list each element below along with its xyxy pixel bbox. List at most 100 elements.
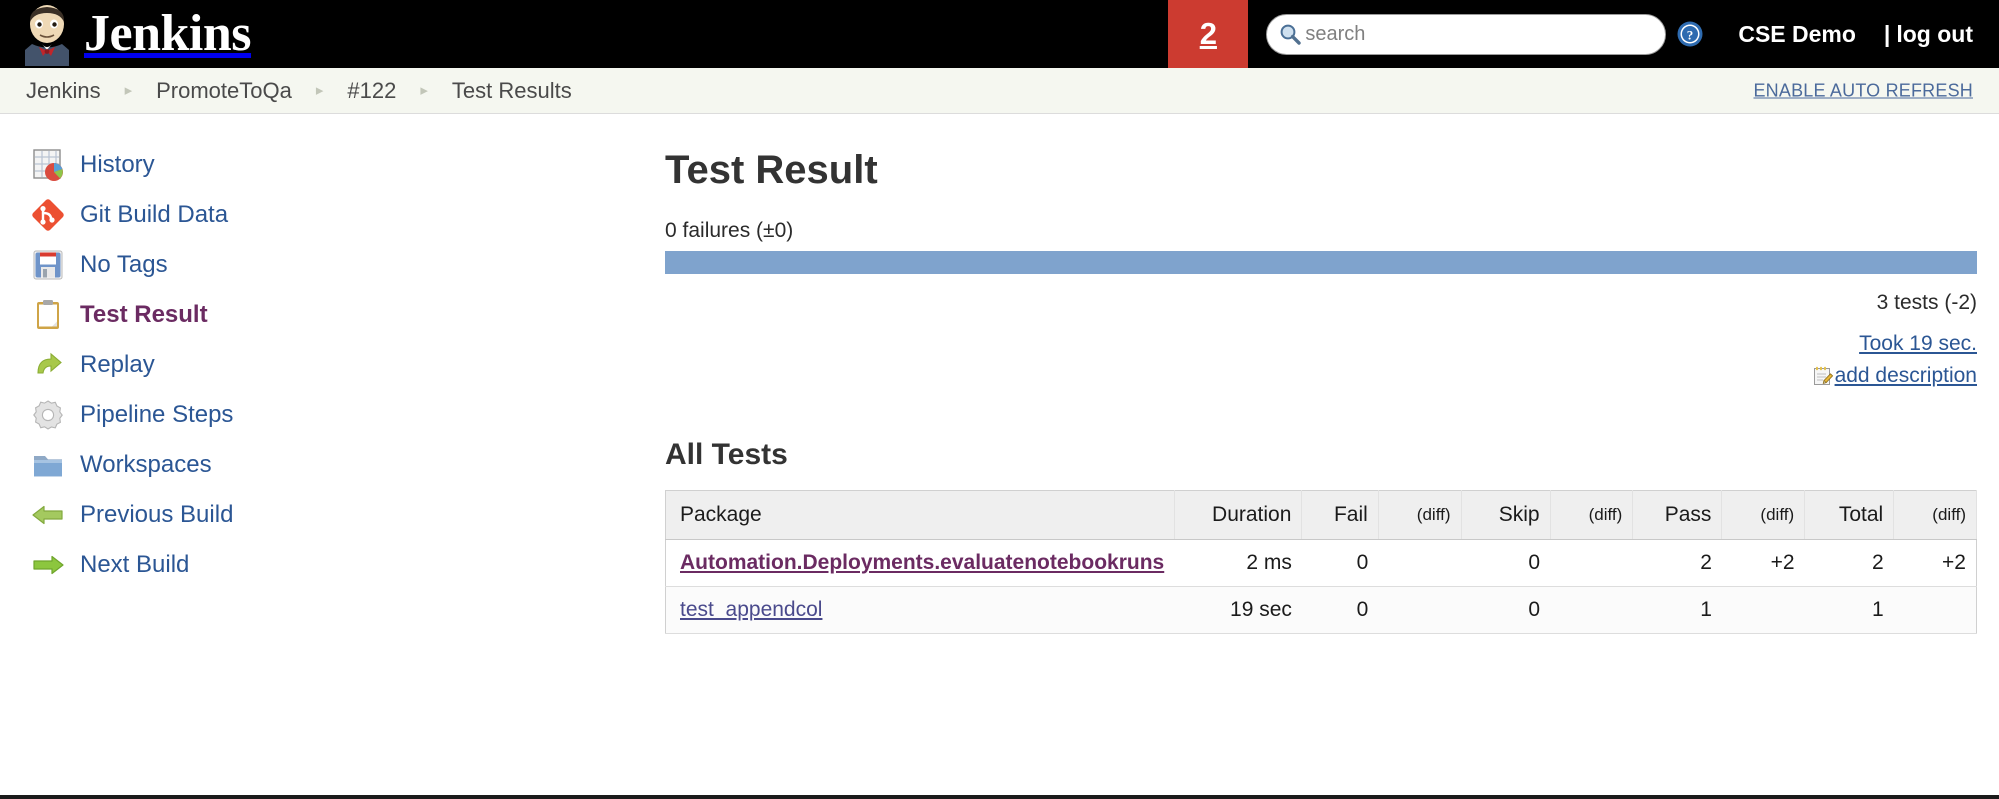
table-cell-pass: 2 bbox=[1633, 540, 1722, 587]
table-cell-pass: 1 bbox=[1633, 587, 1722, 634]
logout-link[interactable]: log out bbox=[1896, 21, 1973, 48]
search-icon bbox=[1279, 23, 1301, 45]
table-cell-skip: 0 bbox=[1461, 540, 1550, 587]
column-header-pass-diff: (diff) bbox=[1722, 491, 1805, 540]
column-header-pass[interactable]: Pass bbox=[1633, 491, 1722, 540]
sidebar-item-label: History bbox=[80, 151, 155, 179]
logout-separator: | bbox=[1884, 21, 1890, 48]
git-diamond-icon bbox=[30, 197, 66, 233]
all-tests-table: Package Duration Fail (diff) Skip (diff)… bbox=[665, 490, 1977, 634]
table-cell-package: Automation.Deployments.evaluatenotebookr… bbox=[666, 540, 1175, 587]
column-header-fail[interactable]: Fail bbox=[1302, 491, 1378, 540]
sidebar-item-git-build-data[interactable]: Git Build Data bbox=[0, 190, 655, 240]
sidebar: History Git Build Data bbox=[0, 114, 655, 590]
breadcrumb-item-build-122[interactable]: #122 bbox=[347, 78, 396, 104]
chevron-right-icon: ▸ bbox=[316, 83, 324, 98]
sidebar-item-pipeline-steps[interactable]: Pipeline Steps bbox=[0, 390, 655, 440]
sidebar-item-test-result[interactable]: Test Result bbox=[0, 290, 655, 340]
gear-icon bbox=[30, 397, 66, 433]
test-result-progress-bar bbox=[665, 251, 1977, 274]
search-input[interactable] bbox=[1305, 23, 1651, 46]
add-description-link[interactable]: add description bbox=[1835, 364, 1977, 388]
footer-rule bbox=[0, 795, 1999, 799]
column-header-fail-diff: (diff) bbox=[1378, 491, 1461, 540]
table-cell-fail-diff bbox=[1378, 540, 1461, 587]
table-row: Automation.Deployments.evaluatenotebookr… bbox=[666, 540, 1977, 587]
all-tests-heading: All Tests bbox=[665, 438, 1977, 472]
column-header-skip[interactable]: Skip bbox=[1461, 491, 1550, 540]
breadcrumb-item-test-results: Test Results bbox=[452, 78, 572, 104]
table-cell-duration: 19 sec bbox=[1175, 587, 1302, 634]
column-header-skip-diff: (diff) bbox=[1550, 491, 1633, 540]
table-cell-fail: 0 bbox=[1302, 540, 1378, 587]
sidebar-item-next-build[interactable]: Next Build bbox=[0, 540, 655, 590]
chevron-right-icon: ▸ bbox=[125, 83, 133, 98]
table-cell-pass-diff: +2 bbox=[1722, 540, 1805, 587]
column-header-total[interactable]: Total bbox=[1805, 491, 1894, 540]
sidebar-item-workspaces[interactable]: Workspaces bbox=[0, 440, 655, 490]
sidebar-item-label: No Tags bbox=[80, 251, 168, 279]
took-duration-link[interactable]: Took 19 sec. bbox=[1859, 332, 1977, 355]
executor-count-badge[interactable]: 2 bbox=[1168, 0, 1248, 68]
table-cell-total: 1 bbox=[1805, 587, 1894, 634]
tests-count-label: 3 tests (-2) bbox=[655, 291, 1977, 315]
column-header-total-diff: (diff) bbox=[1894, 491, 1977, 540]
search-box[interactable] bbox=[1266, 14, 1666, 55]
floppy-disk-icon bbox=[30, 247, 66, 283]
brand-title: Jenkins bbox=[84, 6, 251, 62]
history-chart-icon bbox=[30, 147, 66, 183]
test-result-progress-fill bbox=[665, 251, 1977, 274]
breadcrumb-item-promotetoqa[interactable]: PromoteToQa bbox=[156, 78, 292, 104]
add-description-row: add description bbox=[655, 364, 1977, 388]
sidebar-item-label: Pipeline Steps bbox=[80, 401, 233, 429]
table-cell-skip-diff bbox=[1550, 587, 1633, 634]
sidebar-item-label: Replay bbox=[80, 351, 155, 379]
table-cell-fail-diff bbox=[1378, 587, 1461, 634]
main-content: Test Result 0 failures (±0) 3 tests (-2)… bbox=[655, 114, 1999, 634]
failures-summary: 0 failures (±0) bbox=[665, 219, 1977, 243]
jenkins-home-link[interactable]: Jenkins bbox=[0, 0, 251, 68]
breadcrumb: Jenkins ▸ PromoteToQa ▸ #122 ▸ Test Resu… bbox=[0, 68, 1999, 114]
table-header-row: Package Duration Fail (diff) Skip (diff)… bbox=[666, 491, 1977, 540]
logout-group: | log out bbox=[1884, 21, 1973, 48]
chevron-right-icon: ▸ bbox=[420, 83, 428, 98]
breadcrumb-item-jenkins[interactable]: Jenkins bbox=[26, 78, 101, 104]
help-question-icon[interactable]: ? bbox=[1676, 20, 1704, 48]
clipboard-icon bbox=[30, 297, 66, 333]
sidebar-item-history[interactable]: History bbox=[0, 140, 655, 190]
table-cell-skip-diff bbox=[1550, 540, 1633, 587]
table-cell-package: test_appendcol bbox=[666, 587, 1175, 634]
search-container bbox=[1266, 14, 1666, 55]
table-cell-duration: 2 ms bbox=[1175, 540, 1302, 587]
jenkins-butler-logo bbox=[18, 2, 76, 66]
table-cell-total-diff: +2 bbox=[1894, 540, 1977, 587]
table-row: test_appendcol 19 sec 0 0 1 1 bbox=[666, 587, 1977, 634]
page-body: History Git Build Data bbox=[0, 114, 1999, 797]
top-header: Jenkins 2 ? CSE Demo | log out bbox=[0, 0, 1999, 68]
package-link[interactable]: Automation.Deployments.evaluatenotebookr… bbox=[680, 551, 1164, 574]
user-name-label: CSE Demo bbox=[1738, 21, 1856, 48]
sidebar-item-label: Git Build Data bbox=[80, 201, 228, 229]
duration-row: Took 19 sec. bbox=[655, 332, 1977, 356]
table-cell-skip: 0 bbox=[1461, 587, 1550, 634]
sidebar-item-no-tags[interactable]: No Tags bbox=[0, 240, 655, 290]
enable-auto-refresh-link[interactable]: ENABLE AUTO REFRESH bbox=[1753, 80, 1973, 101]
table-cell-total-diff bbox=[1894, 587, 1977, 634]
table-cell-total: 2 bbox=[1805, 540, 1894, 587]
svg-text:?: ? bbox=[1687, 28, 1694, 43]
sidebar-item-label: Previous Build bbox=[80, 501, 233, 529]
table-cell-fail: 0 bbox=[1302, 587, 1378, 634]
sidebar-item-previous-build[interactable]: Previous Build bbox=[0, 490, 655, 540]
column-header-duration[interactable]: Duration bbox=[1175, 491, 1302, 540]
sidebar-item-replay[interactable]: Replay bbox=[0, 340, 655, 390]
sidebar-item-label: Next Build bbox=[80, 551, 189, 579]
arrow-right-icon bbox=[30, 547, 66, 583]
sidebar-item-label: Workspaces bbox=[80, 451, 212, 479]
package-link[interactable]: test_appendcol bbox=[680, 598, 822, 621]
column-header-package[interactable]: Package bbox=[666, 491, 1175, 540]
page-title: Test Result bbox=[665, 148, 1977, 193]
sidebar-item-label: Test Result bbox=[80, 301, 208, 329]
arrow-left-icon bbox=[30, 497, 66, 533]
folder-icon bbox=[30, 447, 66, 483]
table-cell-pass-diff bbox=[1722, 587, 1805, 634]
